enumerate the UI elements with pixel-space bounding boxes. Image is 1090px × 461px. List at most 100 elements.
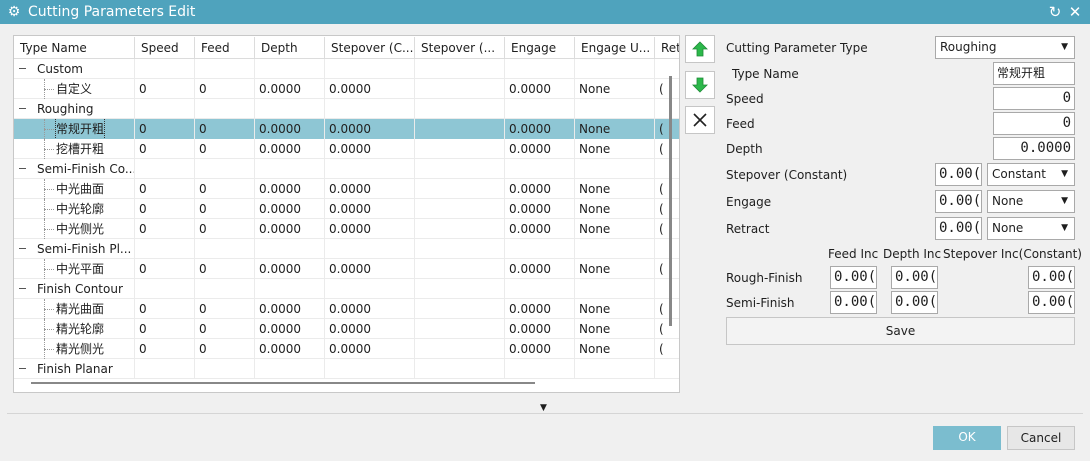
- collapse-icon[interactable]: [19, 168, 26, 169]
- table-cell: None: [575, 339, 655, 359]
- collapse-icon[interactable]: [19, 288, 26, 289]
- table-cell: [135, 359, 195, 379]
- rough-finish-feed-field[interactable]: 0.00(: [830, 266, 877, 289]
- type-name-text: 精光曲面: [56, 302, 105, 316]
- table-cell: None: [575, 319, 655, 339]
- move-down-button[interactable]: [685, 71, 715, 99]
- table-row[interactable]: Finish Planar: [14, 359, 679, 379]
- table-cell: 0: [135, 199, 195, 219]
- column-header[interactable]: Type Name: [14, 37, 135, 59]
- retract-field[interactable]: 0.00(: [935, 217, 982, 240]
- table-cell: [195, 59, 255, 79]
- column-header[interactable]: Engage U...: [575, 37, 655, 59]
- semi-finish-depth-field[interactable]: 0.00(: [891, 291, 938, 314]
- table-cell: None: [575, 299, 655, 319]
- type-name-text: Finish Planar: [37, 362, 113, 376]
- table-row[interactable]: 挖槽开粗 0 0 0.0000 0.0000 0.0000 None(: [14, 139, 679, 159]
- table-cell: 0: [135, 259, 195, 279]
- table-row[interactable]: 中光侧光 0 0 0.0000 0.0000 0.0000 None(: [14, 219, 679, 239]
- table-row[interactable]: 自定义 0 0 0.0000 0.0000 0.0000 None(: [14, 79, 679, 99]
- table-row[interactable]: Roughing: [14, 99, 679, 119]
- type-name-text: Semi-Finish Pl...: [37, 242, 132, 256]
- column-header[interactable]: Stepover (C...: [325, 37, 415, 59]
- table-cell: 0.0000: [505, 139, 575, 159]
- cutting-parameter-type-select[interactable]: Roughing ▼: [935, 36, 1075, 59]
- table-row[interactable]: Semi-Finish Pl...: [14, 239, 679, 259]
- stepover-mode-select[interactable]: Constant ▼: [987, 163, 1075, 186]
- table-cell: 0.0000: [325, 179, 415, 199]
- table-cell: 0: [195, 219, 255, 239]
- column-header[interactable]: Stepover (...: [415, 37, 505, 59]
- table-cell: [325, 59, 415, 79]
- type-name-field[interactable]: 常规开粗: [993, 62, 1075, 85]
- collapse-icon[interactable]: [19, 368, 26, 369]
- semi-finish-label: Semi-Finish: [726, 296, 795, 310]
- feed-field[interactable]: 0: [993, 112, 1075, 135]
- table-row[interactable]: Finish Contour: [14, 279, 679, 299]
- speed-field[interactable]: 0: [993, 87, 1075, 110]
- table-row[interactable]: Custom: [14, 59, 679, 79]
- table-row[interactable]: 常规开粗 0 0 0.0000 0.0000 0.0000 None(: [14, 119, 679, 139]
- table-cell: [255, 239, 325, 259]
- table-cell: [195, 239, 255, 259]
- type-name-text: Custom: [37, 62, 83, 76]
- table-cell: [505, 59, 575, 79]
- column-header[interactable]: Speed: [135, 37, 195, 59]
- type-name-cell: 挖槽开粗: [14, 139, 135, 159]
- engage-mode-select[interactable]: None ▼: [987, 190, 1075, 213]
- table-row[interactable]: 中光平面 0 0 0.0000 0.0000 0.0000 None(: [14, 259, 679, 279]
- ok-button[interactable]: OK: [933, 426, 1001, 450]
- collapse-icon[interactable]: [19, 68, 26, 69]
- stepover-mode-value: Constant: [992, 167, 1046, 181]
- save-button[interactable]: Save: [726, 317, 1075, 345]
- collapse-icon[interactable]: [19, 108, 26, 109]
- tree-line: [44, 349, 54, 350]
- rough-finish-depth-field[interactable]: 0.00(: [891, 266, 938, 289]
- table-cell: [415, 279, 505, 299]
- table-row[interactable]: Semi-Finish Co...: [14, 159, 679, 179]
- semi-finish-stepover-field[interactable]: 0.00(: [1028, 291, 1075, 314]
- type-name-cell: 自定义: [14, 79, 135, 99]
- table-cell: [575, 99, 655, 119]
- cutting-types-table[interactable]: Type Name Speed Feed Depth Stepover (C... Ste…: [13, 35, 680, 393]
- depth-field[interactable]: 0.0000: [993, 137, 1075, 160]
- table-cell: [655, 99, 679, 119]
- table-cell: 0.0000: [325, 319, 415, 339]
- rough-finish-stepover-field[interactable]: 0.00(: [1028, 266, 1075, 289]
- gear-icon[interactable]: ⚙: [0, 4, 28, 20]
- column-header[interactable]: Feed: [195, 37, 255, 59]
- collapse-icon[interactable]: [19, 248, 26, 249]
- table-row[interactable]: 精光侧光 0 0 0.0000 0.0000 0.0000 None(: [14, 339, 679, 359]
- column-header[interactable]: Depth: [255, 37, 325, 59]
- type-name-text: 常规开粗: [54, 119, 106, 139]
- table-cell: [135, 159, 195, 179]
- stepover-field[interactable]: 0.00(: [935, 163, 982, 186]
- arrow-down-icon: [692, 77, 708, 93]
- horizontal-scrollbar[interactable]: [31, 382, 535, 384]
- semi-finish-feed-field[interactable]: 0.00(: [830, 291, 877, 314]
- depth-label: Depth: [726, 142, 763, 156]
- table-row[interactable]: 精光曲面 0 0 0.0000 0.0000 0.0000 None(: [14, 299, 679, 319]
- table-cell: 0.0000: [255, 119, 325, 139]
- move-up-button[interactable]: [685, 35, 715, 63]
- table-row[interactable]: 中光曲面 0 0 0.0000 0.0000 0.0000 None(: [14, 179, 679, 199]
- column-header[interactable]: Engage: [505, 37, 575, 59]
- type-name-cell: 精光曲面: [14, 299, 135, 319]
- delete-button[interactable]: [685, 106, 715, 134]
- column-header[interactable]: Ret: [655, 37, 679, 59]
- engage-field[interactable]: 0.00(: [935, 190, 982, 213]
- vertical-scrollbar[interactable]: [669, 76, 672, 326]
- table-cell: 0.0000: [505, 119, 575, 139]
- retract-mode-select[interactable]: None ▼: [987, 217, 1075, 240]
- table-cell: 0.0000: [505, 259, 575, 279]
- table-cell: 0: [195, 79, 255, 99]
- close-icon[interactable]: ✕: [1066, 3, 1084, 21]
- type-name-text: 中光轮廓: [56, 202, 105, 216]
- speed-label: Speed: [726, 92, 764, 106]
- expand-arrow-icon[interactable]: ▼: [540, 403, 547, 413]
- table-row[interactable]: 精光轮廓 0 0 0.0000 0.0000 0.0000 None(: [14, 319, 679, 339]
- refresh-icon[interactable]: ↻: [1046, 3, 1064, 21]
- cancel-button[interactable]: Cancel: [1007, 426, 1075, 450]
- chevron-down-icon: ▼: [1061, 42, 1068, 52]
- table-row[interactable]: 中光轮廓 0 0 0.0000 0.0000 0.0000 None(: [14, 199, 679, 219]
